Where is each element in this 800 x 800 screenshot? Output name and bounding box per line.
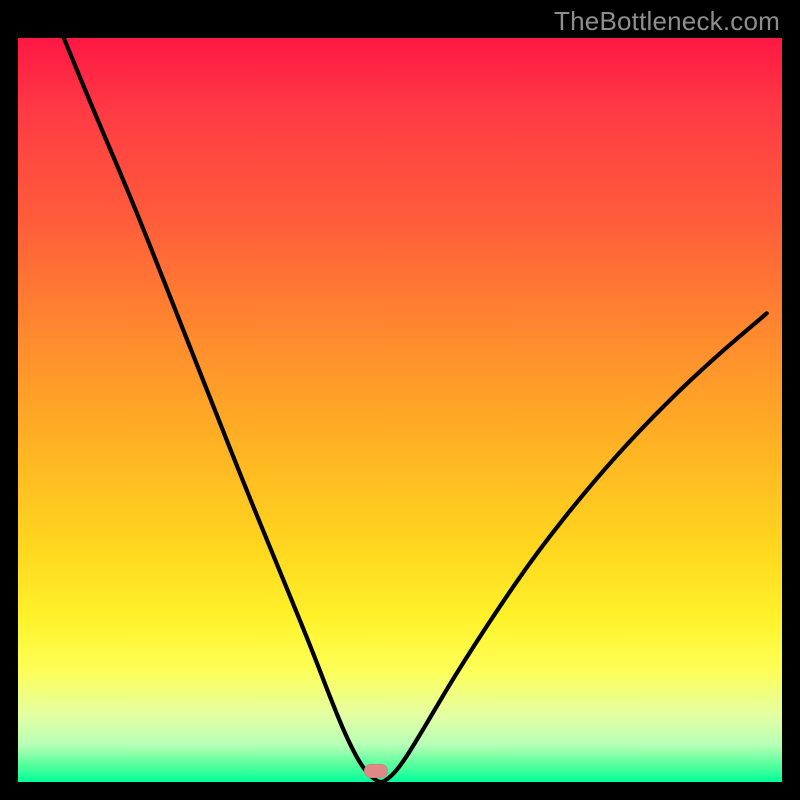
plot-area [18, 38, 782, 782]
attribution-label: TheBottleneck.com [554, 6, 780, 37]
optimal-marker [364, 764, 388, 778]
curve-path [64, 38, 767, 782]
bottleneck-curve [18, 38, 782, 782]
chart-frame: TheBottleneck.com [0, 0, 800, 800]
